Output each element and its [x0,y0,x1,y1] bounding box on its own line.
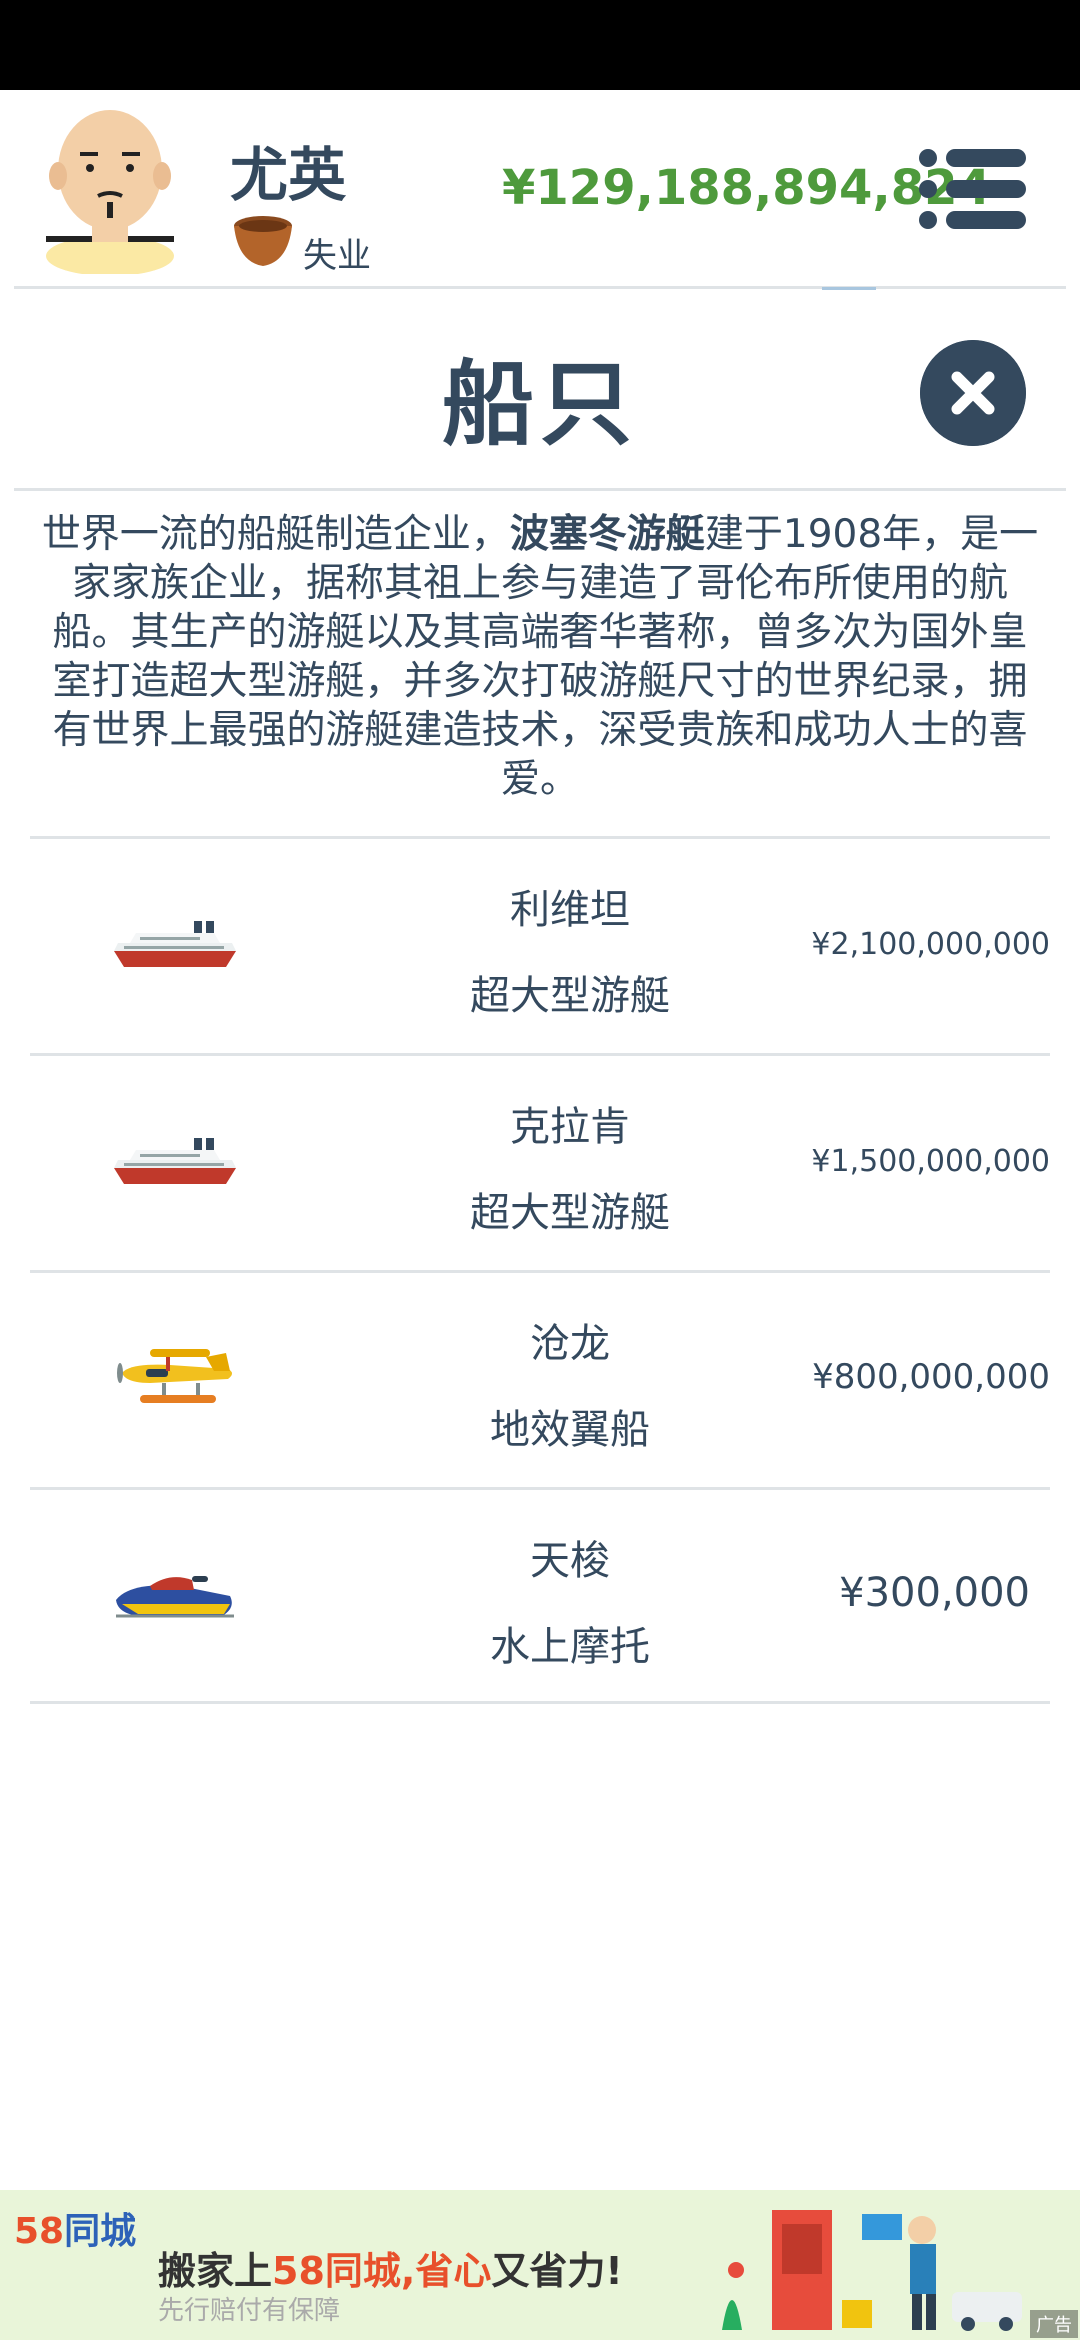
ad-logo-text: 同城 [64,2211,137,2252]
menu-button[interactable] [918,146,1028,232]
jet-ski-icon [116,1576,234,1618]
header-accent [822,287,876,290]
page-title: 船只 [441,351,638,458]
item-type: 地效翼船 [490,1407,650,1453]
item-price: ¥2,100,000,000 [811,927,1050,962]
ad-headline-end: 又省力! [491,2249,623,2293]
ad-headline-highlight: 58同城,省心 [272,2249,492,2293]
list-item[interactable]: 天梭 水上摩托 ¥300,000 [30,1487,1050,1704]
player-header: 尤英 失业 ¥129,188,894,824 [0,90,1080,288]
item-name: 沧龙 [530,1321,610,1367]
header-divider [14,286,1066,289]
item-type: 超大型游艇 [470,973,670,1019]
boat-list: 利维坦 超大型游艇 ¥2,100,000,000 克拉肯 超大型游艇 ¥1,50… [30,836,1050,1704]
item-price: ¥300,000 [839,1570,1030,1616]
status-bar [0,0,1080,90]
item-name: 利维坦 [510,887,630,933]
ad-tag: 广告 [1030,2310,1078,2338]
item-type: 水上摩托 [490,1624,650,1670]
item-price: ¥800,000,000 [812,1357,1050,1397]
list-item[interactable]: 利维坦 超大型游艇 ¥2,100,000,000 [30,836,1050,1053]
ad-subline: 先行赔付有保障 [158,2296,341,2326]
cruise-ship-icon [114,1138,236,1184]
moving-illustration [722,2210,1022,2331]
close-button[interactable] [920,340,1026,446]
ad-logo: 58同城 [14,2202,136,2254]
ad-logo-number: 58 [14,2211,65,2252]
job-status: 失业 [303,236,371,276]
seaplane-icon [117,1349,232,1403]
list-item[interactable]: 沧龙 地效翼船 ¥800,000,000 [30,1270,1050,1487]
avatar[interactable] [40,104,180,274]
ad-headline: 搬家上58同城,省心又省力! [158,2240,623,2295]
item-name: 克拉肯 [510,1104,630,1150]
ad-banner[interactable]: 58同城 搬家上58同城,省心又省力! 先行赔付有保障 广告 [0,2190,1080,2340]
company-description: 世界一流的船艇制造企业，波塞冬游艇建于1908年，是一家家族企业，据称其祖上参与… [36,510,1044,804]
ad-headline-start: 搬家上 [158,2249,273,2293]
item-name: 天梭 [530,1538,610,1584]
list-item[interactable]: 克拉肯 超大型游艇 ¥1,500,000,000 [30,1053,1050,1270]
bowl-icon [234,216,292,266]
brand-name: 波塞冬游艇 [509,512,705,557]
player-name: 尤英 [230,141,347,209]
cruise-ship-icon [114,921,236,967]
item-price: ¥1,500,000,000 [811,1144,1050,1179]
item-type: 超大型游艇 [470,1190,670,1236]
description-text-start: 世界一流的船艇制造企业， [41,512,510,557]
title-divider [14,488,1066,491]
